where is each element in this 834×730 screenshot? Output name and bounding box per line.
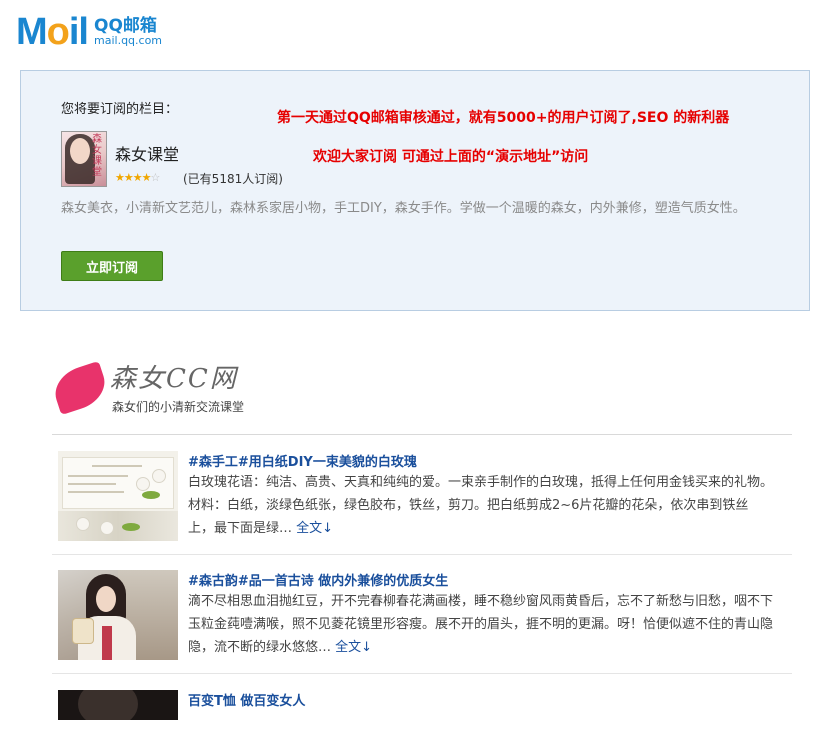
rating-stars-off: ☆ xyxy=(150,171,160,184)
column-description: 森女美衣，小清新文艺范儿，森林系家居小物，手工DIY，森女手作。学做一个温暖的森… xyxy=(61,201,746,216)
article-excerpt: 白玫瑰花语：纯洁、高贵、天真和纯纯的爱。一束亲手制作的白玫瑰，抵得上任何用金钱买… xyxy=(188,471,773,540)
mail-logo-wordmark: Moil xyxy=(16,11,89,53)
channel-brand: 森女CC网 森女们的小清新交流课堂 xyxy=(49,360,245,416)
channel-tagline: 森女们的小清新交流课堂 xyxy=(112,400,245,414)
rating-stars: ★★★★☆ xyxy=(115,171,160,184)
article-item: 百变T恤 做百变女人 xyxy=(52,690,792,730)
logo-url: mail.qq.com xyxy=(94,34,163,48)
promo-line-2: 欢迎大家订阅 可通过上面的“演示地址”访问 xyxy=(313,149,589,165)
rating-stars-on: ★★★★ xyxy=(115,171,151,184)
article-thumbnail[interactable] xyxy=(58,451,178,541)
article-thumbnail[interactable] xyxy=(58,690,178,720)
article-item: #森手工#用白纸DIY一束美貌的白玫瑰 白玫瑰花语：纯洁、高贵、天真和纯纯的爱。… xyxy=(52,451,792,555)
article-excerpt: 滴不尽相思血泪抛红豆，开不完春柳春花满画楼，睡不稳纱窗风雨黄昏后，忘不了新愁与旧… xyxy=(188,590,773,659)
article-title[interactable]: #森古韵#品一首古诗 做内外兼修的优质女生 xyxy=(188,570,448,589)
column-thumbnail-text: 森女课堂 xyxy=(92,134,102,178)
article-excerpt-text: 白玫瑰花语：纯洁、高贵、天真和纯纯的爱。一束亲手制作的白玫瑰，抵得上任何用金钱买… xyxy=(188,475,774,536)
subscribe-prompt: 您将要订阅的栏目： xyxy=(61,102,179,117)
article-title[interactable]: #森手工#用白纸DIY一束美貌的白玫瑰 xyxy=(188,451,417,470)
subscribe-button[interactable]: 立即订阅 xyxy=(61,251,163,281)
petal-logo-icon xyxy=(49,360,111,416)
logo-cn-name: QQ邮箱 xyxy=(94,15,157,36)
article-excerpt-text: 滴不尽相思血泪抛红豆，开不完春柳春花满画楼，睡不稳纱窗风雨黄昏后，忘不了新愁与旧… xyxy=(188,594,774,655)
channel-name: 森女CC网 xyxy=(110,364,238,394)
read-more-link[interactable]: 全文↓ xyxy=(296,521,333,536)
read-more-link[interactable]: 全文↓ xyxy=(335,640,372,655)
promo-line-1: 第一天通过QQ邮箱审核通过，就有5000+的用户订阅了,SEO 的新利器 xyxy=(277,110,730,126)
divider xyxy=(52,434,792,435)
column-thumbnail: 森女课堂 xyxy=(61,131,107,187)
article-title[interactable]: 百变T恤 做百变女人 xyxy=(188,690,305,709)
subscriber-count: (已有5181人订阅) xyxy=(183,172,283,186)
qq-mail-logo[interactable]: Moil QQ邮箱 mail.qq.com xyxy=(16,12,162,52)
subscribe-panel: 您将要订阅的栏目： 第一天通过QQ邮箱审核通过，就有5000+的用户订阅了,SE… xyxy=(20,70,810,311)
article-item: #森古韵#品一首古诗 做内外兼修的优质女生 滴不尽相思血泪抛红豆，开不完春柳春花… xyxy=(52,570,792,674)
article-thumbnail[interactable] xyxy=(58,570,178,660)
column-title: 森女课堂 xyxy=(115,145,180,164)
